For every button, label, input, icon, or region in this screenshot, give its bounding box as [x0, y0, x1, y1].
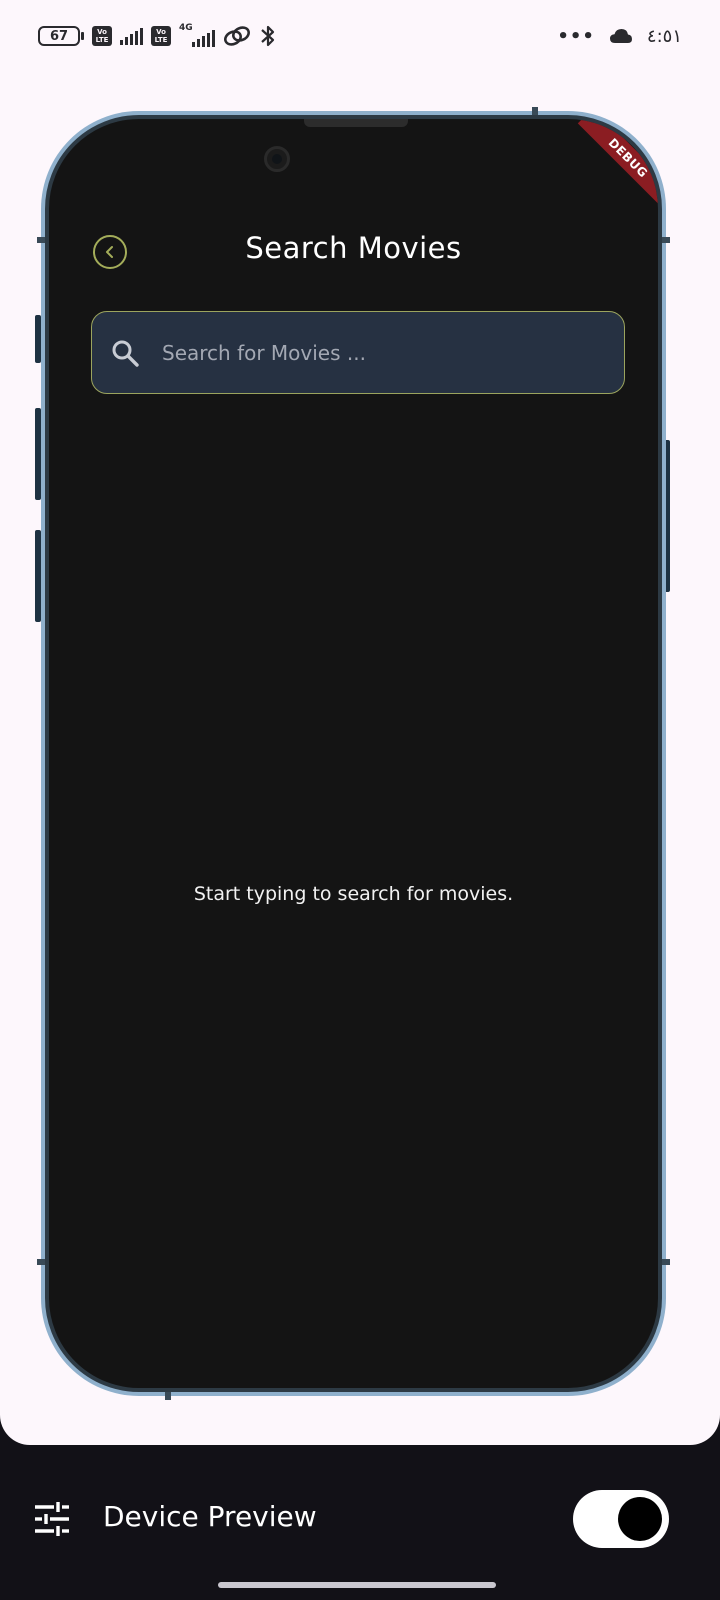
volte-icon-2: Vo LTE [151, 26, 171, 46]
battery-level: 67 [38, 26, 80, 46]
bluetooth-icon [261, 25, 275, 47]
home-indicator[interactable] [218, 1582, 496, 1588]
more-notifications-icon: ••• [557, 25, 595, 47]
search-input[interactable] [162, 340, 582, 365]
battery-icon: 67 [38, 26, 84, 46]
device-preview-toggle[interactable] [573, 1490, 669, 1548]
cloud-icon [609, 29, 632, 43]
search-icon [112, 340, 139, 367]
front-camera [264, 146, 290, 172]
link-icon [224, 26, 250, 46]
search-bar[interactable] [91, 311, 625, 394]
speaker-grille [304, 119, 408, 127]
tune-settings-icon[interactable] [34, 1502, 70, 1536]
signal-icon [120, 27, 143, 45]
network-type: 4G [179, 23, 193, 33]
device-preview-label: Device Preview [103, 1500, 317, 1533]
status-bar: 67 Vo LTE Vo LTE 4G ••• ٤:٥١ [0, 0, 720, 72]
device-screen: DEBUG Search Movies Start typing to sear… [45, 115, 662, 1392]
toggle-knob [618, 1497, 662, 1541]
status-time: ٤:٥١ [646, 25, 682, 47]
status-left: 67 Vo LTE Vo LTE 4G [38, 23, 277, 48]
status-right: ••• ٤:٥١ [557, 26, 682, 47]
empty-state-message: Start typing to search for movies. [193, 883, 514, 905]
debug-banner: DEBUG [577, 119, 658, 209]
volte-icon: Vo LTE [92, 26, 112, 46]
page-title: Search Movies [245, 231, 462, 265]
network-4g-icon: 4G [179, 23, 215, 47]
device-frame: DEBUG Search Movies Start typing to sear… [37, 107, 670, 1400]
